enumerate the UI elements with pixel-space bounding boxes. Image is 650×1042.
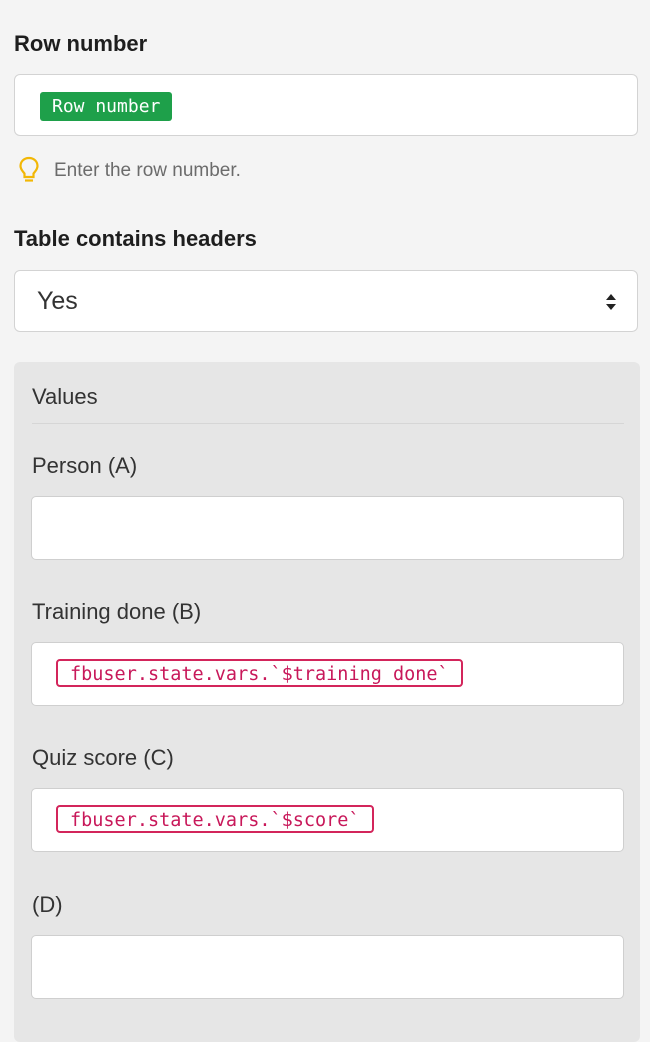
values-panel: Values Person (A) Training done (B) fbus… — [14, 362, 640, 1042]
row-number-token[interactable]: Row number — [40, 92, 173, 121]
headers-select-value: Yes — [37, 287, 78, 315]
headers-label: Table contains headers — [14, 226, 257, 251]
quiz-score-field[interactable]: fbuser.state.vars.`$score` — [31, 788, 624, 852]
row-number-hint-text: Enter the row number. — [54, 160, 241, 181]
training-done-label: Training done (B) — [32, 599, 202, 624]
lightbulb-icon — [19, 156, 39, 182]
sort-arrows-icon — [606, 294, 616, 310]
training-done-field[interactable]: fbuser.state.vars.`$training done` — [31, 642, 624, 706]
column-d-label: (D) — [32, 892, 63, 917]
values-divider — [32, 423, 624, 424]
values-title: Values — [32, 384, 98, 409]
headers-select[interactable]: Yes — [14, 270, 638, 332]
quiz-score-label: Quiz score (C) — [32, 745, 174, 770]
column-d-field[interactable] — [31, 935, 624, 999]
quiz-score-token[interactable]: fbuser.state.vars.`$score` — [56, 805, 374, 833]
training-done-token[interactable]: fbuser.state.vars.`$training done` — [56, 659, 463, 687]
person-label: Person (A) — [32, 453, 138, 478]
row-number-label: Row number — [14, 31, 148, 56]
person-field[interactable] — [31, 496, 624, 560]
form-panel: Row number Row number Enter the row numb… — [0, 0, 650, 1042]
row-number-field[interactable]: Row number — [14, 74, 638, 136]
